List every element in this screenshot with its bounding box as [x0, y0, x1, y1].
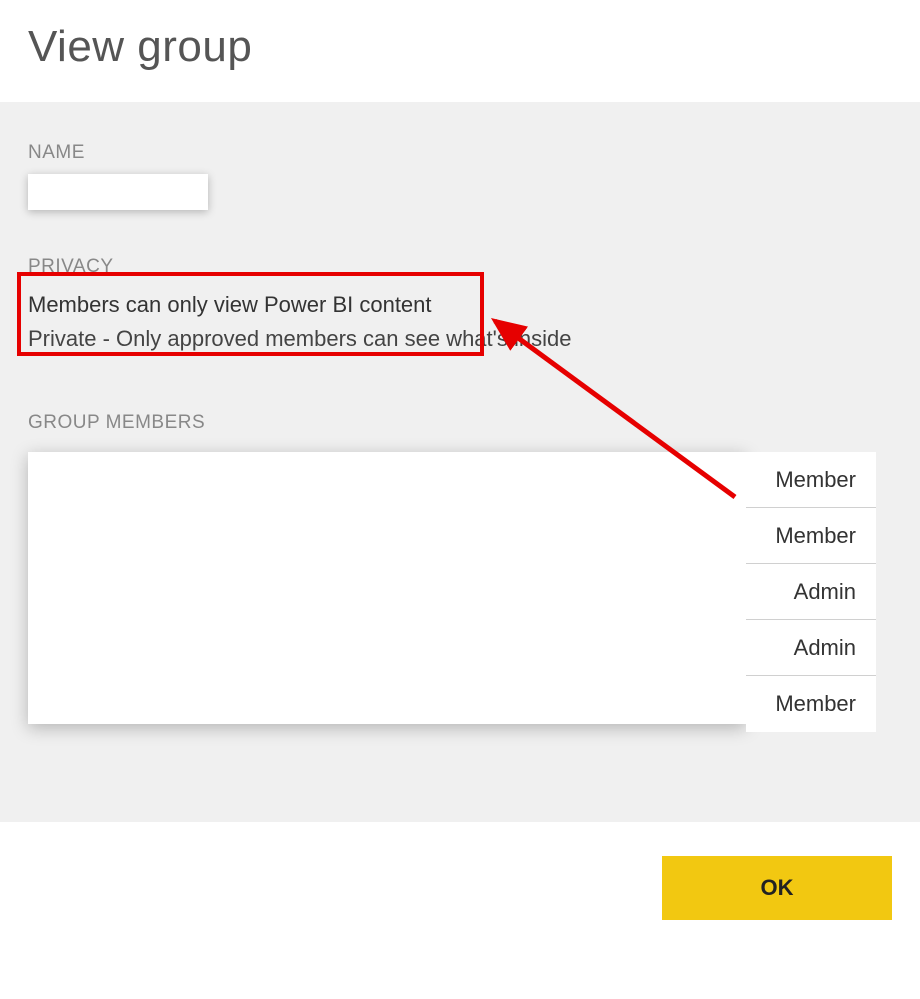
role-item: Member [746, 676, 876, 732]
roles-list: MemberMemberAdminAdminMember [746, 452, 876, 732]
name-input[interactable] [28, 174, 208, 210]
name-section: NAME [28, 142, 892, 210]
role-item: Member [746, 508, 876, 564]
members-label: GROUP MEMBERS [28, 412, 892, 434]
page-title: View group [28, 22, 892, 72]
role-item: Member [746, 452, 876, 508]
privacy-visibility-text: Private - Only approved members can see … [28, 322, 892, 356]
role-item: Admin [746, 564, 876, 620]
role-item: Admin [746, 620, 876, 676]
name-label: NAME [28, 142, 892, 164]
members-list-box[interactable] [28, 452, 746, 724]
ok-button[interactable]: OK [662, 856, 892, 920]
privacy-label: PRIVACY [28, 256, 892, 278]
privacy-permission-text: Members can only view Power BI content [28, 288, 892, 322]
dialog-body: NAME PRIVACY Members can only view Power… [0, 102, 920, 822]
dialog-header: View group [0, 0, 920, 102]
dialog-footer: OK [0, 822, 920, 954]
privacy-section: PRIVACY Members can only view Power BI c… [28, 256, 892, 356]
members-section: GROUP MEMBERS MemberMemberAdminAdminMemb… [28, 412, 892, 732]
